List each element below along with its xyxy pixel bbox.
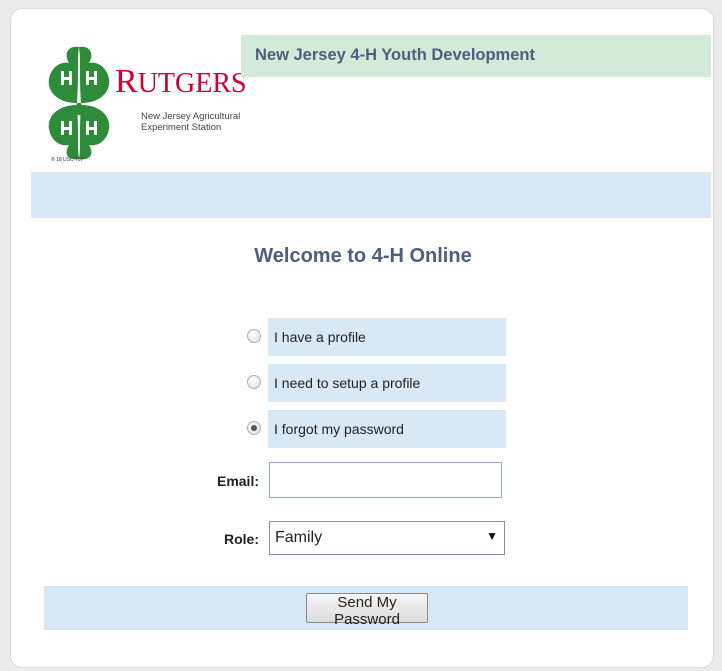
rutgers-wordmark: RUTGERS: [115, 63, 247, 100]
email-label: Email:: [216, 473, 259, 489]
footer-bar: Send My Password: [44, 586, 688, 630]
send-password-button[interactable]: Send My Password: [306, 593, 428, 628]
email-field[interactable]: [269, 462, 502, 498]
nav-bar: [31, 172, 711, 218]
option-label-setup-profile[interactable]: I need to setup a profile: [268, 364, 506, 402]
four-leaf-clover-icon: [48, 46, 110, 160]
dropdown-arrow-icon: ▼: [486, 529, 498, 543]
page-title: New Jersey 4-H Youth Development: [255, 46, 535, 64]
rutgers-subtitle: New Jersey Agricultural Experiment Stati…: [141, 111, 241, 133]
radio-have-profile[interactable]: [247, 329, 261, 343]
role-select[interactable]: Family ▼: [269, 521, 505, 555]
option-label-forgot-password[interactable]: I forgot my password: [268, 410, 506, 448]
trademark-notice: ® 18 USC 707: [51, 157, 84, 163]
welcome-heading: Welcome to 4-H Online: [254, 245, 472, 267]
rutgers-subtitle-line2: Experiment Station: [141, 122, 222, 133]
option-label-have-profile[interactable]: I have a profile: [268, 318, 506, 356]
role-selected-value: Family: [275, 529, 323, 546]
radio-setup-profile[interactable]: [247, 375, 261, 389]
login-card: RUTGERS New Jersey Agricultural Experime…: [10, 8, 714, 668]
rutgers-subtitle-line1: New Jersey Agricultural: [141, 111, 241, 122]
rutgers-4h-logo: RUTGERS New Jersey Agricultural Experime…: [47, 45, 247, 165]
header-bar: New Jersey 4-H Youth Development: [241, 35, 711, 77]
role-label: Role:: [224, 531, 259, 547]
radio-forgot-password[interactable]: [247, 421, 261, 435]
